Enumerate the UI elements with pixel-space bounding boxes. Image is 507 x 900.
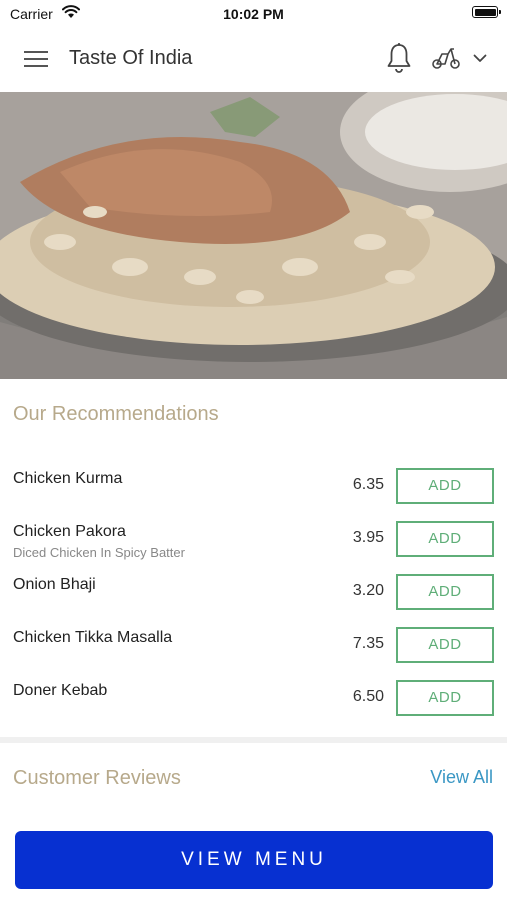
- status-bar: Carrier 10:02 PM: [0, 0, 507, 28]
- hamburger-menu-icon[interactable]: [24, 50, 48, 68]
- app-title: Taste Of India: [69, 47, 193, 69]
- add-button[interactable]: ADD: [396, 521, 494, 557]
- list-item: Chicken Pakora Diced Chicken In Spicy Ba…: [0, 513, 507, 566]
- biryani-photo: [0, 92, 507, 379]
- list-item: Onion Bhaji 3.20 ADD: [0, 566, 507, 619]
- item-price: 3.20: [352, 582, 384, 599]
- item-price: 3.95: [352, 529, 384, 546]
- section-divider: [0, 737, 507, 743]
- list-item: Chicken Tikka Masalla 7.35 ADD: [0, 619, 507, 672]
- item-description: Diced Chicken In Spicy Batter: [13, 545, 185, 560]
- chevron-down-icon[interactable]: [473, 54, 487, 63]
- view-all-link[interactable]: View All: [430, 767, 493, 788]
- app-header: Taste Of India: [0, 28, 507, 92]
- hero-food-image: [0, 92, 507, 379]
- add-button[interactable]: ADD: [396, 627, 494, 663]
- item-name: Chicken Pakora: [13, 523, 126, 540]
- item-price: 7.35: [352, 635, 384, 652]
- item-name: Chicken Tikka Masalla: [13, 629, 173, 646]
- bell-icon[interactable]: [386, 42, 412, 74]
- list-item: Chicken Kurma 6.35 ADD: [0, 460, 507, 513]
- add-button[interactable]: ADD: [396, 680, 494, 716]
- item-name: Onion Bhaji: [13, 576, 96, 593]
- item-name: Doner Kebab: [13, 682, 108, 699]
- add-button[interactable]: ADD: [396, 468, 494, 504]
- clock-time: 10:02 PM: [223, 6, 284, 22]
- item-price: 6.50: [352, 688, 384, 705]
- scooter-icon[interactable]: [431, 46, 461, 70]
- item-price: 6.35: [352, 476, 384, 493]
- recommendations-title: Our Recommendations: [13, 403, 219, 425]
- battery-icon: [472, 6, 501, 18]
- list-item: Doner Kebab 6.50 ADD: [0, 672, 507, 725]
- customer-reviews-title: Customer Reviews: [13, 767, 181, 789]
- view-menu-button[interactable]: VIEW MENU: [15, 831, 493, 889]
- item-name: Chicken Kurma: [13, 470, 123, 487]
- add-button[interactable]: ADD: [396, 574, 494, 610]
